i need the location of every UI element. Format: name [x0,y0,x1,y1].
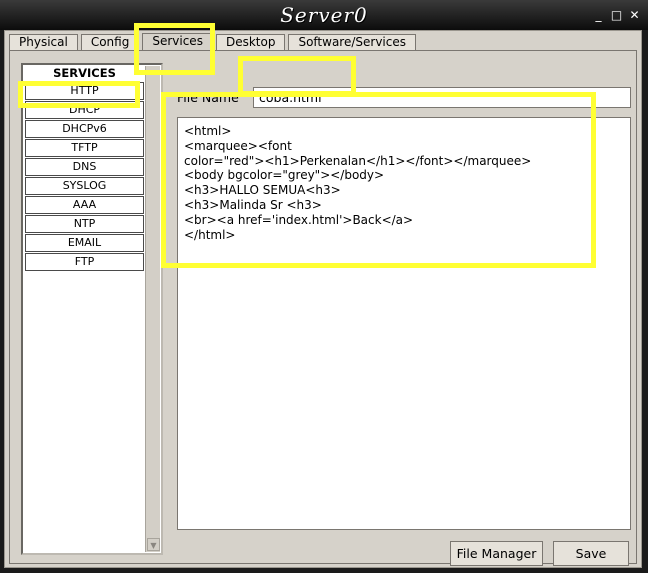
close-icon[interactable]: ✕ [628,9,641,22]
service-item-aaa[interactable]: AAA [25,196,144,214]
save-button[interactable]: Save [553,541,629,566]
minimize-icon[interactable]: _ [592,9,605,22]
service-item-ftp[interactable]: FTP [25,253,144,271]
html-content-editor[interactable]: <html> <marquee><font color="red"><h1>Pe… [177,117,631,530]
service-item-dhcp[interactable]: DHCP [25,101,144,119]
services-sidebar: SERVICES HTTP DHCP DHCPv6 TFTP DNS SYSLO… [21,63,163,555]
service-item-ntp[interactable]: NTP [25,215,144,233]
maximize-icon[interactable]: □ [610,9,623,22]
server-window: Physical Config Services Desktop Softwar… [4,30,642,568]
service-item-dhcpv6[interactable]: DHCPv6 [25,120,144,138]
service-item-email[interactable]: EMAIL [25,234,144,252]
services-panel: SERVICES HTTP DHCP DHCPv6 TFTP DNS SYSLO… [9,50,637,566]
scroll-down-icon[interactable]: ▼ [147,538,160,551]
file-name-label: File Name [177,90,239,105]
service-item-dns[interactable]: DNS [25,158,144,176]
file-name-input[interactable] [253,87,631,108]
services-list: HTTP DHCP DHCPv6 TFTP DNS SYSLOG AAA NTP… [25,82,144,272]
services-header: SERVICES [53,66,116,80]
tab-software-services[interactable]: Software/Services [288,34,416,51]
tab-config[interactable]: Config [80,34,140,51]
service-item-syslog[interactable]: SYSLOG [25,177,144,195]
file-manager-button[interactable]: File Manager [450,541,543,566]
services-scrollbar[interactable]: ▼ [145,66,160,552]
tab-physical[interactable]: Physical [9,34,78,51]
tab-desktop[interactable]: Desktop [215,34,286,51]
service-item-tftp[interactable]: TFTP [25,139,144,157]
title-bar: Server0 _ □ ✕ [0,0,648,30]
service-item-http[interactable]: HTTP [25,82,144,100]
window-title: Server0 [280,3,368,27]
